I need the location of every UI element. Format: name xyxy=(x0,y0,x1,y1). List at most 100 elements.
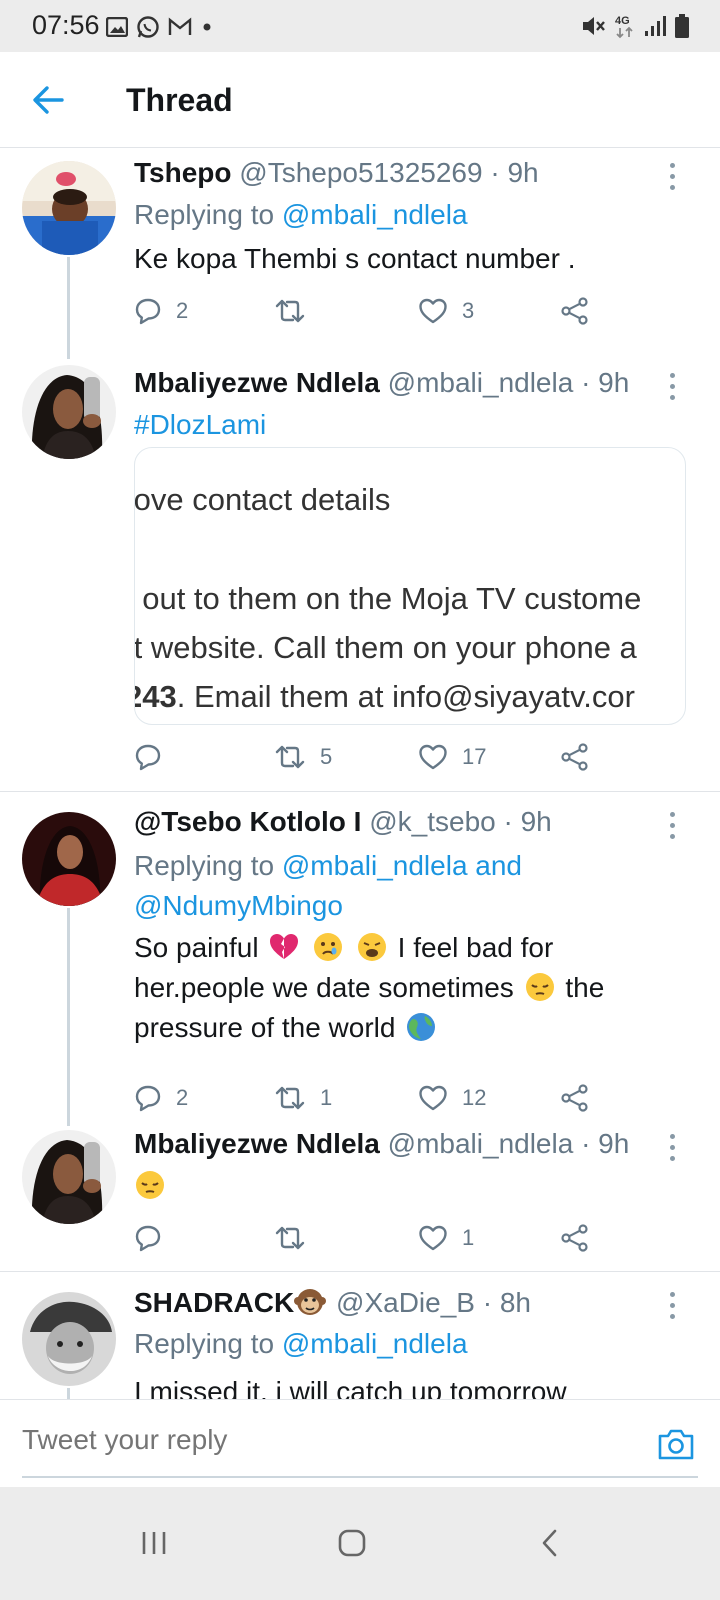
recents-button[interactable] xyxy=(124,1513,184,1573)
more-options-button[interactable] xyxy=(662,369,682,403)
reply-icon xyxy=(135,298,161,325)
recents-icon xyxy=(142,1532,166,1554)
back-button[interactable] xyxy=(28,80,68,120)
gallery-icon xyxy=(106,17,128,37)
tweet-time: · 9h xyxy=(581,367,630,398)
tweet-item[interactable]: SHADRACK @XaDie_B · 8h Replying to @mbal… xyxy=(0,1272,720,1399)
camera-button[interactable] xyxy=(654,1422,698,1466)
system-nav-bar xyxy=(0,1487,720,1600)
reply-button[interactable] xyxy=(134,1218,176,1258)
back-icon xyxy=(542,1529,557,1557)
like-count: 3 xyxy=(462,298,475,323)
more-options-button[interactable] xyxy=(662,159,682,193)
reply-count: 2 xyxy=(176,1085,189,1110)
tweet-item[interactable]: Mbaliyezwe Ndlela @mbali_ndlela · 9h 1 xyxy=(0,1126,720,1271)
more-options-button[interactable] xyxy=(662,1130,682,1164)
avatar[interactable] xyxy=(22,161,116,255)
like-button[interactable]: 3 xyxy=(418,291,474,331)
tweet-time: · 9h xyxy=(581,1128,630,1159)
reply-count: 2 xyxy=(176,298,189,323)
reply-button[interactable]: 2 xyxy=(134,291,188,331)
thread-connector xyxy=(67,908,70,1126)
avatar[interactable] xyxy=(22,1292,116,1386)
heart-icon xyxy=(419,1225,447,1251)
card-email-text: . Email them at info@siyayatv.cor xyxy=(176,679,635,714)
mention-link[interactable]: @NdumyMbingo xyxy=(134,890,343,921)
share-button[interactable] xyxy=(560,1078,590,1118)
replying-to: Replying to @mbali_ndlela xyxy=(134,199,468,230)
reply-button[interactable]: 2 xyxy=(134,1078,188,1118)
author-name[interactable]: SHADRACK xyxy=(134,1287,294,1318)
card-text-line: 243. Email them at info@siyayatv.cor xyxy=(135,679,635,715)
retweet-button[interactable] xyxy=(274,291,320,331)
camera-icon xyxy=(658,1429,694,1460)
replying-to: Replying to @mbali_ndlela xyxy=(134,1328,468,1359)
author-name[interactable]: @Tsebo Kotlolo I xyxy=(134,806,361,837)
tweet-text xyxy=(134,1166,694,1206)
retweet-button[interactable]: 5 xyxy=(274,737,332,777)
author-name[interactable]: Mbaliyezwe Ndlela xyxy=(134,1128,380,1159)
more-options-button[interactable] xyxy=(662,808,682,842)
author-handle[interactable]: @mbali_ndlela xyxy=(388,1128,574,1159)
page-title: Thread xyxy=(126,82,233,118)
thread-connector xyxy=(67,1388,70,1399)
retweet-button[interactable]: 1 xyxy=(274,1078,332,1118)
tweet-item[interactable]: Mbaliyezwe Ndlela @mbali_ndlela · 9h #Dl… xyxy=(0,359,720,791)
mention-link[interactable]: @mbali_ndlela xyxy=(282,199,468,230)
whatsapp-icon xyxy=(136,15,160,39)
like-button[interactable]: 1 xyxy=(418,1218,474,1258)
avatar[interactable] xyxy=(22,1130,116,1224)
author-handle[interactable]: @k_tsebo xyxy=(369,806,496,837)
thread-list[interactable]: Tshepo @Tshepo51325269 · 9h Replying to … xyxy=(0,149,720,1399)
share-button[interactable] xyxy=(560,291,590,331)
tweet-actions: 1 xyxy=(134,1218,604,1258)
like-button[interactable]: 17 xyxy=(418,737,486,777)
heart-icon xyxy=(419,744,447,770)
pensive-face-emoji xyxy=(525,973,554,1001)
weary-face-emoji xyxy=(357,933,386,961)
tweet-item[interactable]: @Tsebo Kotlolo I @k_tsebo · 9h Replying … xyxy=(0,792,720,1126)
avatar[interactable] xyxy=(22,812,116,906)
retweet-icon xyxy=(275,745,305,769)
status-bar: 07:56 4G xyxy=(0,0,720,52)
monkey-face-emoji xyxy=(294,1289,327,1315)
heart-icon xyxy=(419,298,447,324)
share-button[interactable] xyxy=(560,1218,590,1258)
nav-back-button[interactable] xyxy=(520,1513,580,1573)
hashtag-link[interactable]: #DlozLami xyxy=(134,409,266,441)
like-count: 17 xyxy=(462,744,487,769)
author-handle[interactable]: @XaDie_B xyxy=(336,1287,475,1318)
share-icon xyxy=(561,1084,588,1112)
svg-text:4G: 4G xyxy=(615,15,630,27)
author-handle[interactable]: @mbali_ndlela xyxy=(388,367,574,398)
author-name[interactable]: Tshepo xyxy=(134,157,231,188)
share-button[interactable] xyxy=(560,737,590,777)
card-text-line: ı out to them on the Moja TV custome xyxy=(134,581,642,616)
author-name[interactable]: Mbaliyezwe Ndlela xyxy=(134,367,380,398)
card-text-line: .ove contact details xyxy=(134,482,391,517)
retweet-count: 1 xyxy=(320,1085,333,1110)
mention-link[interactable]: @mbali_ndlela and xyxy=(282,850,522,881)
reply-button[interactable] xyxy=(134,737,176,777)
thread-connector xyxy=(67,257,70,359)
more-options-button[interactable] xyxy=(662,1288,682,1322)
reply-icon xyxy=(135,1225,161,1252)
card-phone-fragment: 243 xyxy=(135,679,177,714)
reply-icon xyxy=(135,1085,161,1112)
home-button[interactable] xyxy=(322,1513,382,1573)
tweet-actions: 2 1 12 xyxy=(134,1078,604,1118)
signal-icon xyxy=(644,15,666,37)
like-count: 1 xyxy=(462,1225,475,1250)
tweet-item[interactable]: Tshepo @Tshepo51325269 · 9h Replying to … xyxy=(0,149,720,359)
home-icon xyxy=(338,1529,366,1557)
link-card[interactable]: .ove contact details ı out to them on th… xyxy=(134,447,686,725)
crying-face-emoji xyxy=(314,933,343,961)
tweet-text: So painful I feel bad for her.people we … xyxy=(134,932,605,1043)
reply-input[interactable] xyxy=(22,1424,622,1456)
avatar[interactable] xyxy=(22,365,116,459)
like-button[interactable]: 12 xyxy=(418,1078,486,1118)
mention-link[interactable]: @mbali_ndlela xyxy=(282,1328,468,1359)
author-handle[interactable]: @Tshepo51325269 xyxy=(239,157,482,188)
status-time: 07:56 xyxy=(32,10,100,40)
retweet-button[interactable] xyxy=(274,1218,320,1258)
